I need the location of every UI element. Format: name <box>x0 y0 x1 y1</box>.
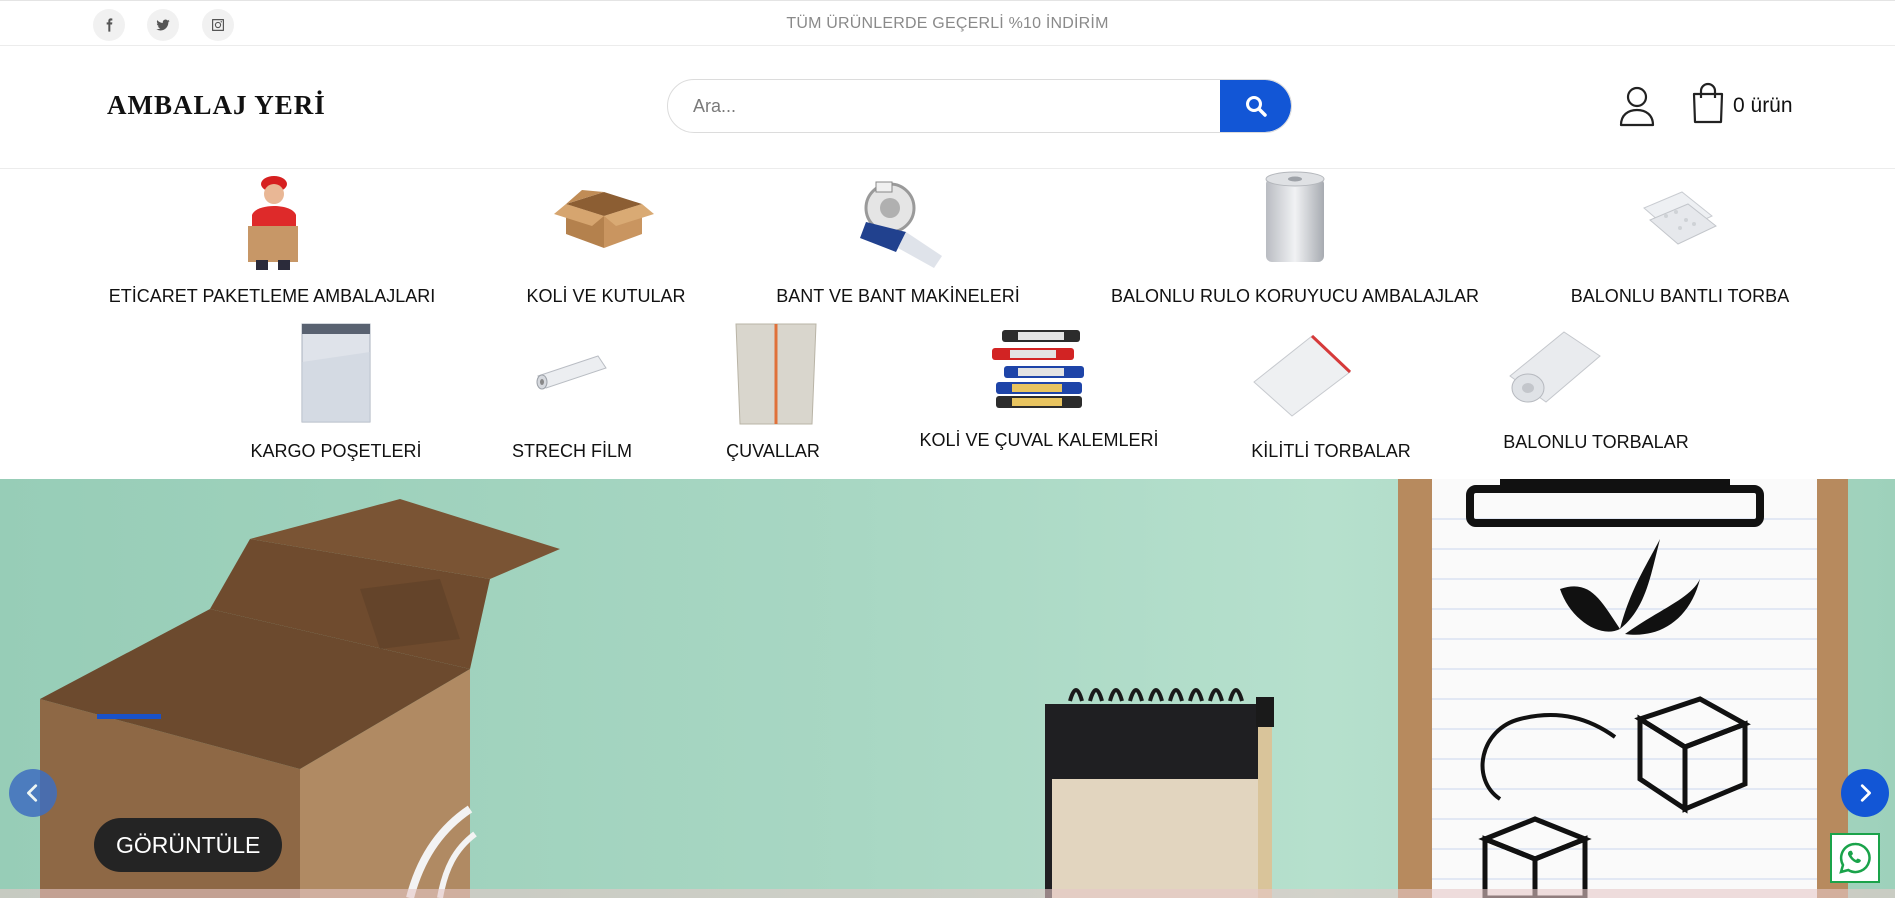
search-input[interactable] <box>668 80 1220 132</box>
category-image <box>554 190 654 248</box>
view-button[interactable]: GÖRÜNTÜLE <box>94 818 283 872</box>
whatsapp-icon <box>1839 842 1871 874</box>
category-label: KOLİ VE ÇUVAL KALEMLERİ <box>919 430 1159 450</box>
category-label: STRECH FİLM <box>511 441 633 461</box>
category-image <box>1643 191 1717 245</box>
category-image <box>301 323 371 423</box>
category-image <box>860 181 942 268</box>
category-image <box>1509 331 1601 403</box>
site-logo[interactable]: AMBALAJ YERİ <box>107 90 326 121</box>
search-button[interactable] <box>1220 80 1291 132</box>
category-image <box>222 170 326 270</box>
category-label: KOLİ VE KUTULAR <box>526 286 686 306</box>
user-account-icon[interactable] <box>1617 84 1657 128</box>
announcement-text: TÜM ÜRÜNLERDE GEÇERLİ %10 İNDİRİM <box>786 15 1109 32</box>
category-image <box>735 323 817 425</box>
category-label: KİLİTLİ TORBALAR <box>1251 441 1411 461</box>
search-icon <box>1245 96 1267 117</box>
shopping-bag-icon[interactable] <box>1690 82 1726 124</box>
next-slide-button[interactable] <box>1841 769 1889 817</box>
category-label: BALONLU BANTLI TORBA <box>1570 286 1790 306</box>
slide-indicator <box>97 714 161 719</box>
category-image <box>1265 171 1325 262</box>
category-image <box>992 330 1084 408</box>
category-label: ÇUVALLAR <box>726 441 820 461</box>
category-image <box>536 355 607 390</box>
hero-slider: GÖRÜNTÜLE <box>0 479 1895 898</box>
top-bar: TÜM ÜRÜNLERDE GEÇERLİ %10 İNDİRİM <box>0 0 1895 46</box>
category-label: ETİCARET PAKETLEME AMBALAJLARI <box>108 286 436 306</box>
chevron-right-icon <box>1860 784 1871 802</box>
whatsapp-button[interactable] <box>1830 833 1880 883</box>
search-bar <box>667 79 1292 133</box>
category-image <box>1253 334 1352 417</box>
site-header: AMBALAJ YERİ 0 ürün <box>0 46 1895 169</box>
chevron-left-icon <box>27 784 38 802</box>
category-label: KARGO POŞETLERİ <box>250 441 422 461</box>
prev-slide-button[interactable] <box>9 769 57 817</box>
category-label: BALONLU TORBALAR <box>1503 432 1689 452</box>
category-label: BANT VE BANT MAKİNELERİ <box>776 286 1020 306</box>
category-label: BALONLU RULO KORUYUCU AMBALAJLAR <box>1110 286 1480 306</box>
cart-count[interactable]: 0 ürün <box>1733 94 1793 118</box>
hero-image <box>0 479 1895 898</box>
